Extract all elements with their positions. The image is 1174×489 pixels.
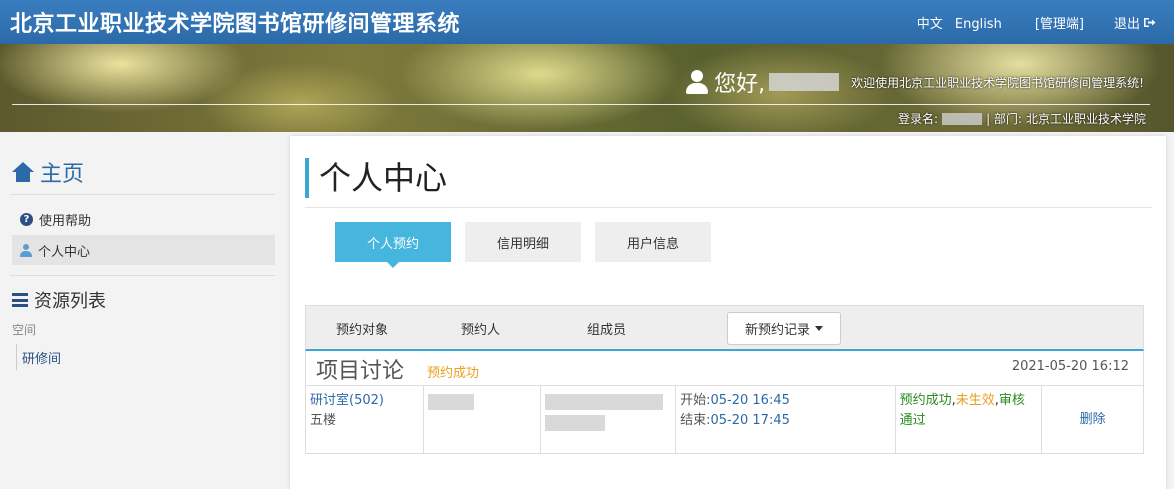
sidebar-item-personal[interactable]: 个人中心 <box>12 235 275 265</box>
sidebar-home-label: 主页 <box>40 162 85 187</box>
tab-user-info[interactable]: 用户信息 <box>595 222 711 262</box>
lang-en-link[interactable]: English <box>955 17 1002 32</box>
room-link[interactable]: 研讨室(502) <box>310 391 419 411</box>
start-label: 开始: <box>680 393 711 408</box>
record-title: 项目讨论 <box>316 359 405 384</box>
column-header: 组成员 <box>587 322 627 338</box>
top-bar: 北京工业职业技术学院图书馆研修间管理系统 中文 English [管理端] 退出 <box>0 0 1174 44</box>
redacted-members <box>545 394 664 410</box>
list-icon <box>12 293 28 307</box>
dept-value: 北京工业职业技术学院 <box>1025 112 1146 126</box>
column-header: 预约对象 <box>336 322 389 338</box>
tab-personal-booking[interactable]: 个人预约 <box>335 222 451 268</box>
dept-label: | 部门: <box>986 112 1022 126</box>
login-label: 登录名: <box>898 112 939 126</box>
redacted-booker <box>427 394 474 410</box>
user-icon <box>686 70 709 94</box>
home-icon <box>12 162 34 182</box>
sidebar-item-label: 个人中心 <box>38 244 91 260</box>
new-booking-dropdown[interactable]: 新预约记录 <box>727 312 841 345</box>
end-time: 05-20 17:45 <box>710 413 790 428</box>
banner-divider <box>12 104 1150 105</box>
cell-action: 删除 <box>1042 386 1143 453</box>
delete-button[interactable]: 删除 <box>1080 410 1106 430</box>
caret-down-icon <box>815 326 823 331</box>
resources-label: 资源列表 <box>34 291 106 312</box>
logout-icon <box>1144 17 1156 27</box>
cell-booker <box>424 386 542 453</box>
record-status: 预约成功 <box>427 366 480 381</box>
sidebar-item-label: 使用帮助 <box>39 213 92 229</box>
cell-members <box>541 386 677 453</box>
sidebar-space-label: 空间 <box>12 323 37 337</box>
table-header: 预约对象 预约人 组成员 新预约记录 <box>305 305 1144 351</box>
sidebar-divider <box>10 194 275 195</box>
end-label: 结束: <box>680 413 711 428</box>
top-nav: 中文 English [管理端] 退出 <box>917 0 1174 44</box>
booking-table: 预约对象 预约人 组成员 新预约记录 项目讨论 预约成功 2021-05-20 … <box>305 305 1144 454</box>
room-floor: 五楼 <box>310 413 337 428</box>
state-success: 预约成功 <box>899 393 952 408</box>
column-header: 预约人 <box>461 322 501 338</box>
cell-target: 研讨室(502) 五楼 <box>306 386 424 453</box>
page-title: 个人中心 <box>305 158 447 198</box>
sidebar: 主页 ? 使用帮助 个人中心 资源列表 空间 研修间 <box>0 132 290 489</box>
redacted-username <box>769 73 840 91</box>
redacted-login <box>942 112 983 125</box>
start-time: 05-20 16:45 <box>710 393 790 408</box>
lang-zh-link[interactable]: 中文 <box>917 17 943 32</box>
cell-time: 开始:05-20 16:45 结束:05-20 17:45 <box>676 386 896 453</box>
cell-state: 预约成功,未生效,审核通过 <box>896 386 1043 453</box>
record-time: 2021-05-20 16:12 <box>1011 359 1129 374</box>
table-row: 研讨室(502) 五楼 开始:05-20 16:45 结束:05-20 17:4… <box>305 385 1144 454</box>
sidebar-divider <box>10 275 275 276</box>
greeting: 您好, 欢迎使用北京工业职业技术学院图书馆研修间管理系统! <box>686 66 1144 98</box>
login-info: 登录名: | 部门: 北京工业职业技术学院 <box>898 110 1146 127</box>
person-icon <box>20 243 32 257</box>
sidebar-home[interactable]: 主页 <box>12 156 84 188</box>
sidebar-item-room[interactable]: 研修间 <box>16 344 61 370</box>
logout-link[interactable]: 退出 <box>1114 13 1156 32</box>
system-title: 北京工业职业技术学院图书馆研修间管理系统 <box>10 12 461 37</box>
new-booking-label: 新预约记录 <box>744 323 810 338</box>
hello-text: 您好, <box>714 72 766 97</box>
redacted-members <box>545 415 606 431</box>
welcome-text: 欢迎使用北京工业职业技术学院图书馆研修间管理系统! <box>851 75 1144 90</box>
language-switch: 中文 English <box>917 13 1010 32</box>
sidebar-resources-heading: 资源列表 <box>12 287 106 313</box>
question-icon: ? <box>20 212 33 226</box>
sidebar-item-help[interactable]: ? 使用帮助 <box>12 204 275 234</box>
tab-credit-detail[interactable]: 信用明细 <box>465 222 581 262</box>
admin-link[interactable]: [管理端] <box>1035 13 1084 32</box>
record-header: 项目讨论 预约成功 2021-05-20 16:12 <box>305 351 1144 385</box>
tab-bar: 个人预约 信用明细 用户信息 <box>335 222 725 268</box>
main-panel: 个人中心 个人预约 信用明细 用户信息 预约对象 预约人 组成员 新预约记录 项… <box>290 136 1166 489</box>
title-divider <box>305 207 1152 208</box>
logout-label: 退出 <box>1113 16 1140 32</box>
state-pending: 未生效 <box>955 393 995 408</box>
